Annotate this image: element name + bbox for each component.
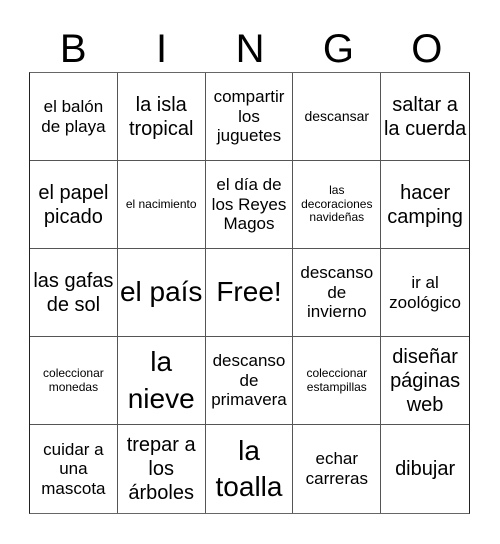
bingo-cell[interactable]: la toalla xyxy=(206,425,294,513)
bingo-header: B I N G O xyxy=(29,26,471,72)
bingo-grid: el balón de playa la isla tropical compa… xyxy=(29,72,470,514)
bingo-cell[interactable]: cuidar a una mascota xyxy=(30,425,118,513)
bingo-cell[interactable]: descansar xyxy=(293,73,382,161)
bingo-cell[interactable]: el papel picado xyxy=(30,161,118,249)
header-letter-b: B xyxy=(59,27,87,71)
bingo-cell[interactable]: diseñar páginas web xyxy=(381,337,469,425)
bingo-cell[interactable]: el balón de playa xyxy=(30,73,118,161)
header-letter-g: G xyxy=(322,27,354,71)
free-space-cell[interactable]: Free! xyxy=(205,249,294,337)
bingo-cell[interactable]: la isla tropical xyxy=(117,73,206,161)
bingo-cell[interactable]: descanso de primavera xyxy=(205,337,294,425)
bingo-cell[interactable]: el país xyxy=(117,249,206,337)
bingo-cell[interactable]: coleccionar estampillas xyxy=(293,337,382,425)
bingo-cell[interactable]: trepar a los árboles xyxy=(118,425,206,513)
bingo-cell[interactable]: echar carreras xyxy=(293,425,382,513)
bingo-cell[interactable]: las decoraciones navideñas xyxy=(293,161,382,249)
bingo-cell[interactable]: dibujar xyxy=(381,425,469,513)
bingo-cell[interactable]: ir al zoológico xyxy=(381,249,469,337)
bingo-cell[interactable]: las gafas de sol xyxy=(30,249,118,337)
bingo-cell[interactable]: descanso de invierno xyxy=(293,249,382,337)
bingo-cell[interactable]: compartir los juguetes xyxy=(205,73,294,161)
header-letter-n: N xyxy=(235,27,265,71)
bingo-cell[interactable]: saltar a la cuerda xyxy=(381,73,469,161)
bingo-cell[interactable]: coleccionar monedas xyxy=(30,337,118,425)
bingo-cell[interactable]: hacer camping xyxy=(381,161,469,249)
bingo-cell[interactable]: el día de los Reyes Magos xyxy=(205,161,294,249)
bingo-cell[interactable]: la nieve xyxy=(117,337,206,425)
header-letter-i: I xyxy=(156,27,168,71)
bingo-cell[interactable]: el nacimiento xyxy=(117,161,206,249)
header-letter-o: O xyxy=(411,27,443,71)
